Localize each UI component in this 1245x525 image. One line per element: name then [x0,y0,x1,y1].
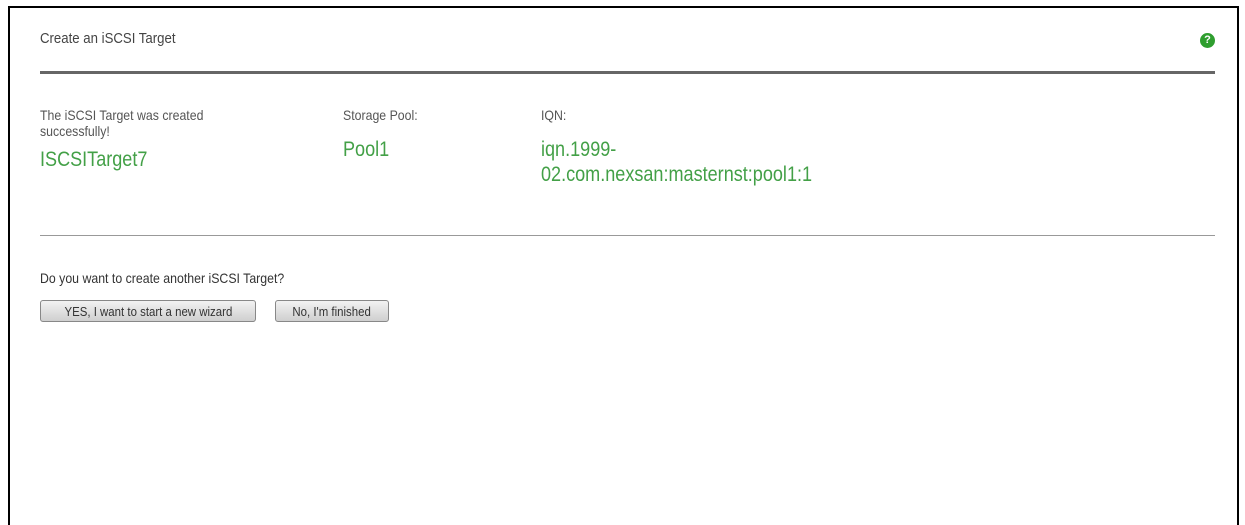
storage-pool-value: Pool1 [343,138,390,161]
result-target-column: The iSCSI Target was created successfull… [40,107,280,172]
iqn-value-line-2: 02.com.nexsan:masternst:pool1:1 [541,163,813,186]
iqn-column: IQN: iqn.1999- 02.com.nexsan:masternst:p… [541,107,856,187]
create-another-question: Do you want to create another iSCSI Targ… [40,270,285,286]
start-new-wizard-label: YES, I want to start a new wizard [64,303,232,319]
storage-pool-column: Storage Pool: Pool1 [343,107,428,162]
iqn-value: iqn.1999- 02.com.nexsan:masternst:pool1:… [541,137,812,187]
finished-label: No, I'm finished [292,303,372,319]
iqn-value-line-1: iqn.1999- [541,138,617,161]
create-iscsi-target-panel: Create an iSCSI Target ? The iSCSI Targe… [8,6,1239,525]
iqn-label: IQN: [541,107,567,123]
storage-pool-label: Storage Pool: [343,107,418,123]
finished-button[interactable]: No, I'm finished [275,300,389,322]
start-new-wizard-button[interactable]: YES, I want to start a new wizard [40,300,256,322]
header-divider [40,71,1215,74]
section-divider [40,235,1215,236]
help-icon[interactable]: ? [1200,33,1215,48]
panel-title: Create an iSCSI Target [40,30,176,47]
target-name: ISCSITarget7 [40,148,148,171]
success-message: The iSCSI Target was created successfull… [40,107,204,139]
